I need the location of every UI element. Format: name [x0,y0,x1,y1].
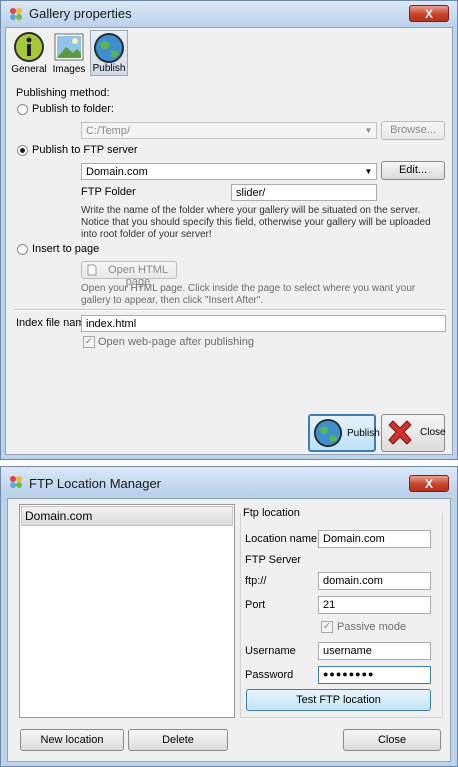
globe-icon [313,418,343,448]
publish-to-folder-radio[interactable] [17,104,28,115]
insert-to-page-label: Insert to page [32,243,100,255]
browse-button[interactable]: Browse... [381,121,445,140]
gallery-client-area: General Images Publish Publishing method… [5,27,453,455]
ftp-client-area: Domain.com Ftp location Location name Do… [7,498,451,762]
open-html-page-button[interactable]: Open HTML page [81,261,177,288]
ftp-folder-label: FTP Folder [81,186,136,198]
tab-general-label: General [11,64,47,75]
chevron-down-icon: ▼ [364,126,373,135]
red-x-icon [388,420,412,445]
passive-mode-checkbox[interactable] [321,621,333,633]
tab-publish[interactable]: Publish [90,30,128,76]
port-input[interactable]: 21 [318,596,431,614]
window-title: Gallery properties [29,6,132,21]
location-name-input[interactable]: Domain.com [318,530,431,548]
location-list[interactable]: Domain.com [19,504,235,718]
app-icon [10,476,22,488]
test-ftp-location-button[interactable]: Test FTP location [246,689,431,711]
title-bar: FTP Location Manager X [1,467,457,495]
tab-publish-label: Publish [92,63,126,74]
username-input[interactable]: username [318,642,431,660]
insert-to-page-radio[interactable] [17,244,28,255]
info-icon [14,32,44,62]
port-label: Port [245,599,266,611]
password-label: Password [245,669,294,681]
publish-to-ftp-label: Publish to FTP server [32,144,138,156]
images-icon [54,33,84,61]
ftp-folder-note: Write the name of the folder where your … [81,205,431,240]
divider [14,309,446,311]
index-file-input[interactable]: index.html [81,315,446,332]
ftp-server-heading: FTP Server [245,554,302,566]
ftp-server-input[interactable]: domain.com [318,572,431,590]
globe-icon [94,33,124,63]
new-location-button[interactable]: New location [20,729,124,751]
insert-to-page-note: Open your HTML page. Click inside the pa… [81,283,416,306]
location-name-label: Location name [245,533,318,545]
close-button[interactable]: Close [381,414,446,452]
list-item[interactable]: Domain.com [21,506,233,526]
gallery-properties-window: Gallery properties X General Images Publ… [0,0,458,460]
close-button-label: Close [420,427,446,438]
delete-button[interactable]: Delete [128,729,228,751]
publish-button-label: Publish [347,428,380,439]
folder-path-combo[interactable]: C:/Temp/ ▼ [81,122,377,139]
passive-mode-label: Passive mode [337,621,407,633]
tab-general[interactable]: General [10,30,48,76]
close-window-button[interactable]: X [409,5,449,22]
ftp-server-combo[interactable]: Domain.com ▼ [81,163,377,180]
chevron-down-icon: ▼ [364,167,373,176]
window-title: FTP Location Manager [29,476,161,491]
folder-path-value: C:/Temp/ [86,125,131,137]
index-file-label: Index file name [16,317,91,329]
list-item-label: Domain.com [25,509,93,523]
close-button[interactable]: Close [343,729,441,751]
publishing-method-label: Publishing method: [16,87,110,99]
publish-to-ftp-radio[interactable] [17,145,28,156]
publish-button[interactable]: Publish [308,414,380,452]
username-label: Username [245,645,296,657]
page-icon [87,264,97,276]
ftp-server-value: Domain.com [86,166,148,178]
ftp-location-manager-window: FTP Location Manager X Domain.com Ftp lo… [0,466,458,767]
ftp-folder-input[interactable]: slider/ [231,184,377,201]
ftp-prefix-label: ftp:// [245,575,267,587]
title-bar: Gallery properties X [1,1,457,27]
tab-images-label: Images [52,64,86,75]
tab-images[interactable]: Images [50,30,88,76]
open-after-publishing-checkbox[interactable] [83,336,95,348]
close-window-button[interactable]: X [409,475,449,492]
app-icon [10,8,22,20]
edit-button[interactable]: Edit... [381,161,445,180]
publish-to-folder-label: Publish to folder: [32,103,114,115]
open-after-publishing-label: Open web-page after publishing [98,336,254,348]
password-input[interactable]: ●●●●●●●● [318,666,431,684]
